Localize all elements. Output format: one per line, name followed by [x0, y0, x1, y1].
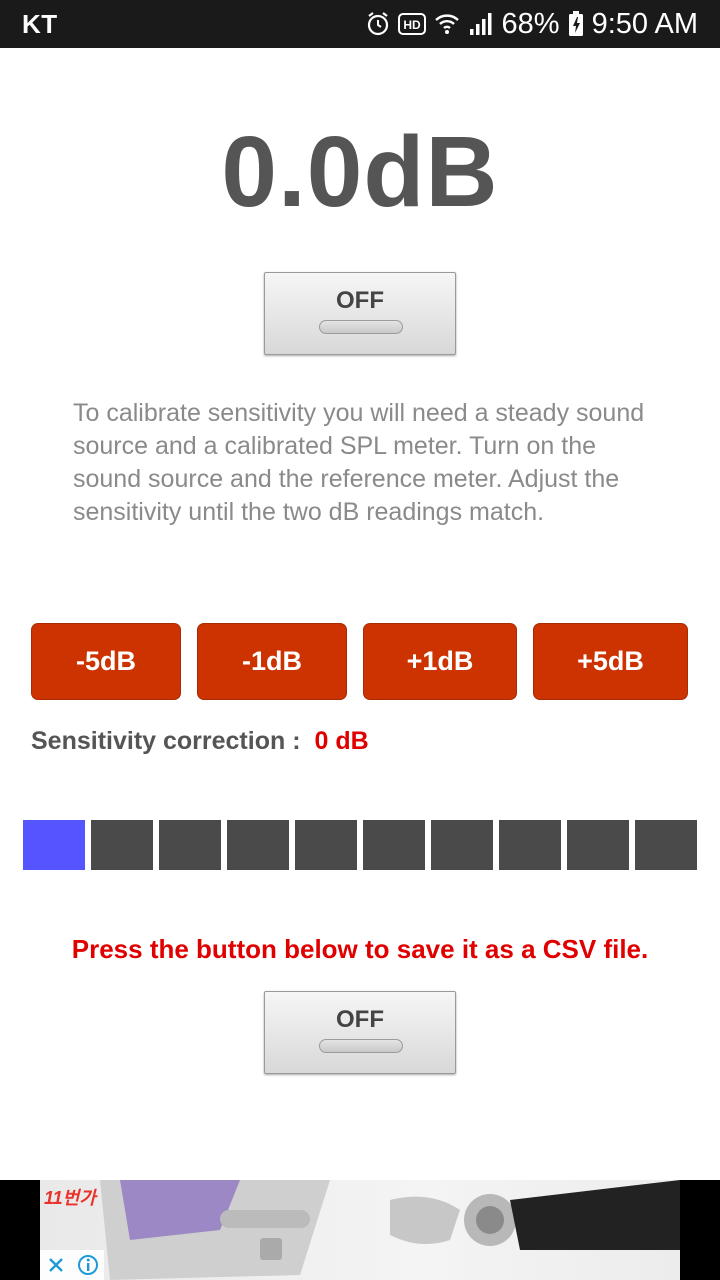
level-meter-segment	[567, 820, 629, 870]
ad-image[interactable]: 11번가	[40, 1180, 680, 1280]
sensitivity-correction: Sensitivity correction : 0 dB	[31, 727, 369, 756]
alarm-icon	[366, 11, 390, 37]
level-meter-segment	[295, 820, 357, 870]
toggle-indicator	[319, 320, 403, 334]
close-icon[interactable]	[40, 1250, 72, 1280]
ad-product-illustration	[100, 1180, 680, 1280]
level-meter-segment	[431, 820, 493, 870]
battery-icon	[568, 11, 584, 37]
battery-percent: 68%	[501, 7, 560, 40]
plus-1db-button[interactable]: +1dB	[363, 623, 517, 700]
signal-icon	[468, 11, 494, 37]
ad-banner[interactable]: 11번가	[0, 1180, 720, 1280]
db-reading: 0.0dB	[221, 116, 499, 228]
level-meter-segment	[23, 820, 85, 870]
csv-save-toggle-button[interactable]: OFF	[264, 991, 456, 1074]
sensitivity-correction-value: 0 dB	[314, 727, 369, 755]
level-meter-segment	[91, 820, 153, 870]
wifi-icon	[434, 11, 460, 37]
meter-toggle-button[interactable]: OFF	[264, 272, 456, 355]
calibration-instructions: To calibrate sensitivity you will need a…	[73, 399, 645, 526]
meter-toggle-label: OFF	[336, 287, 384, 314]
level-meter	[23, 820, 697, 870]
hd-icon: HD	[397, 13, 426, 35]
level-meter-segment	[227, 820, 289, 870]
level-meter-segment	[363, 820, 425, 870]
csv-save-note: Press the button below to save it as a C…	[71, 934, 649, 964]
minus-1db-button[interactable]: -1dB	[197, 623, 347, 700]
csv-toggle-label: OFF	[336, 1006, 384, 1033]
clock: 9:50 AM	[591, 7, 698, 40]
status-bar: KT HD 68% 9:50 AM	[0, 0, 720, 48]
info-icon[interactable]	[72, 1250, 104, 1280]
plus-5db-button[interactable]: +5dB	[533, 623, 688, 700]
toggle-indicator	[319, 1039, 403, 1053]
level-meter-segment	[159, 820, 221, 870]
carrier-label: KT	[22, 8, 58, 39]
svg-text:HD: HD	[403, 18, 421, 32]
ad-controls	[40, 1250, 104, 1280]
minus-5db-button[interactable]: -5dB	[31, 623, 181, 700]
status-icons: HD 68% 9:50 AM	[366, 8, 698, 41]
level-meter-segment	[635, 820, 697, 870]
level-meter-segment	[499, 820, 561, 870]
sensitivity-correction-label: Sensitivity correction :	[31, 727, 301, 755]
